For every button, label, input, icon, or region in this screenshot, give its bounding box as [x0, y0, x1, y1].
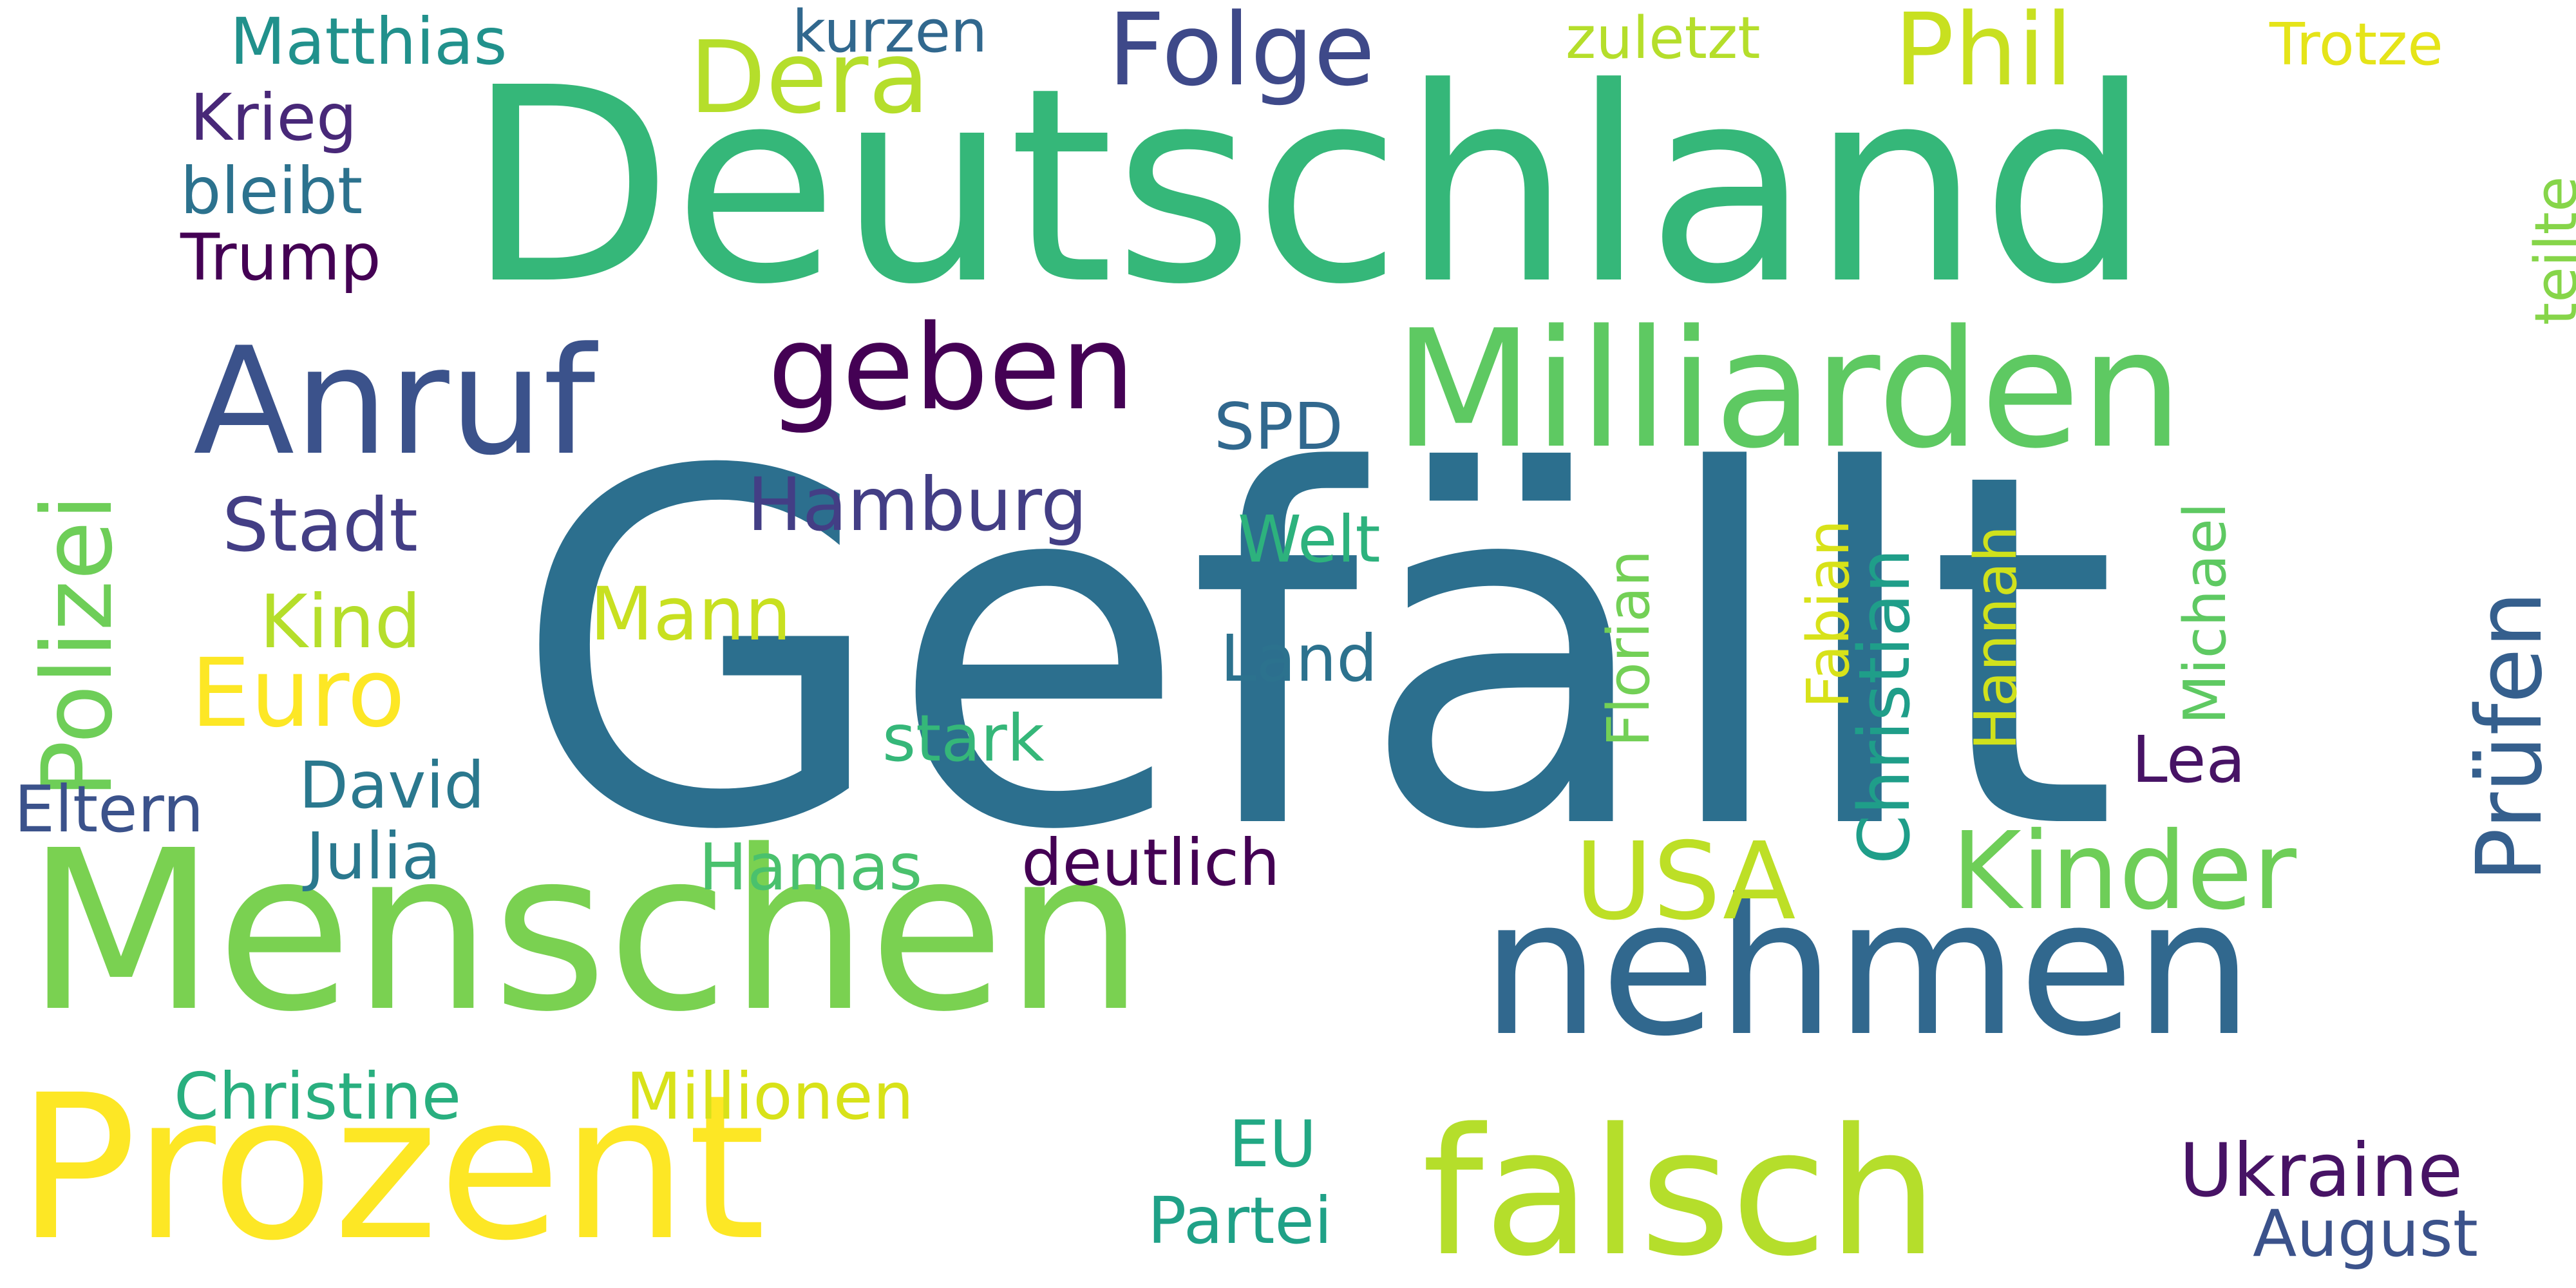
word-hamas: Hamas [699, 829, 923, 905]
word-cloud: Gefällt Deutschland Menschen Prozent neh… [0, 0, 2576, 1288]
word-milliarden: Milliarden [1394, 296, 2183, 484]
word-phil: Phil [1894, 0, 2073, 108]
word-partei: Partei [1148, 1183, 1332, 1258]
word-geben: geben [768, 299, 1135, 436]
word-bleibt: bleibt [180, 153, 363, 229]
word-trump: Trump [180, 220, 381, 295]
word-stadt: Stadt [222, 482, 418, 568]
word-christine: Christine [174, 1059, 462, 1134]
word-polizei: Polizei [22, 494, 134, 799]
word-matthias: Matthias [230, 4, 507, 79]
word-david: David [299, 748, 485, 823]
word-mann: Mann [590, 571, 791, 657]
word-spd: SPD [1214, 389, 1343, 464]
word-pruefen: Prüfen [2458, 591, 2562, 882]
word-usa: USA [1575, 820, 1796, 944]
word-kinder: Kinder [1951, 810, 2297, 934]
word-hannah: Hannah [1962, 525, 2030, 750]
word-deutlich: deutlich [1021, 825, 1280, 900]
word-kurzen: kurzen [792, 0, 988, 66]
word-teilte: teilte [2523, 176, 2576, 325]
word-michael: Michael [2172, 502, 2239, 724]
word-falsch: falsch [1422, 1092, 1938, 1288]
word-fabian: Fabian [1795, 520, 1862, 708]
word-welt: Welt [1238, 502, 1381, 577]
word-millionen: Millionen [626, 1059, 914, 1134]
word-august: August [2253, 1196, 2478, 1271]
word-eu: EU [1229, 1106, 1317, 1182]
word-julia: Julia [306, 819, 441, 894]
word-krieg: Krieg [190, 80, 357, 155]
word-zuletzt: zuletzt [1566, 5, 1761, 72]
word-eltern: Eltern [14, 772, 204, 847]
word-hamburg: Hamburg [747, 462, 1088, 547]
word-florian: Florian [1595, 549, 1663, 747]
word-stark: stark [882, 701, 1045, 776]
word-land: Land [1220, 621, 1378, 696]
word-lea: Lea [2132, 722, 2246, 797]
word-anruf: Anruf [193, 316, 596, 488]
word-menschen: Menschen [26, 803, 1145, 1060]
word-trotze: Trotze [2269, 11, 2443, 79]
word-kind: Kind [260, 579, 422, 665]
word-folge: Folge [1108, 0, 1376, 108]
